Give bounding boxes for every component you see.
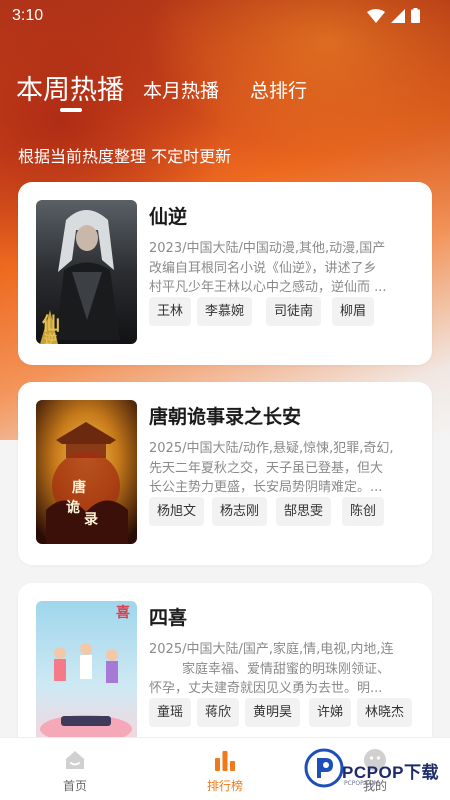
nav-label: 排行榜: [206, 779, 243, 793]
show-meta: 2025/中国大陆/动作,悬疑,惊悚,犯罪,奇幻,: [149, 441, 394, 456]
cast-chip[interactable]: 蒋欣: [197, 698, 240, 727]
cast-chips: 童瑶 蒋欣 黄明昊 许娣 林晓杰: [149, 698, 429, 730]
show-meta: 2025/中国大陆/国产,家庭,情,电视,内地,连: [149, 642, 394, 657]
poster-image[interactable]: 喜: [36, 601, 137, 745]
svg-text:仙: 仙: [42, 313, 60, 335]
poster-image[interactable]: 仙 逆: [36, 200, 137, 344]
show-card[interactable]: 仙 逆 仙逆 2023/中国大陆/中国动漫,其他,动漫,国产 改编自耳根同名小说…: [18, 182, 432, 365]
cast-chip[interactable]: 童瑶: [149, 698, 192, 727]
poster-image[interactable]: 唐 诡 录: [36, 400, 137, 544]
status-bar: 3:10: [0, 0, 450, 32]
show-description: 家庭幸福、爱情甜蜜的明珠刚领证、 怀孕，丈夫建奇就因见义勇为去世。明...: [149, 660, 415, 698]
description-line: 先天二年夏秋之交，天子虽已登基，但大: [149, 461, 384, 476]
cast-chips: 王林 李慕婉 司徒南 柳眉: [149, 297, 429, 329]
status-icons: [367, 8, 420, 23]
svg-text:诡: 诡: [66, 499, 80, 516]
cast-chip[interactable]: 李慕婉: [197, 297, 253, 326]
active-tab-indicator: [60, 108, 82, 112]
cast-chip[interactable]: 黄明昊: [245, 698, 301, 727]
watermark-sub: PCPOP.COM: [344, 780, 379, 787]
svg-text:喜: 喜: [116, 604, 130, 621]
description-line: 家庭幸福、爱情甜蜜的明珠刚领证、: [149, 662, 391, 677]
svg-text:唐: 唐: [72, 479, 86, 496]
cast-chip[interactable]: 司徒南: [266, 297, 322, 326]
cast-chip[interactable]: 林晓杰: [357, 698, 413, 727]
description-line: 长公主势力更盛，长安局势阴晴难定。...: [149, 480, 383, 495]
cast-chips: 杨旭文 杨志刚 郜思雯 陈创: [149, 497, 429, 529]
description-line: 怀孕，丈夫建奇就因见义勇为去世。明...: [149, 681, 383, 696]
battery-icon: [411, 8, 420, 23]
nav-ranking[interactable]: 排行榜: [185, 738, 265, 800]
show-title[interactable]: 唐朝诡事录之长安: [149, 402, 301, 429]
ranking-bar-icon: [213, 748, 237, 772]
tab-this-week[interactable]: 本周热播: [16, 68, 124, 107]
signal-icon: [391, 8, 405, 23]
nav-home[interactable]: 首页: [35, 738, 115, 800]
page-subtitle: 根据当前热度整理 不定时更新: [18, 147, 232, 166]
cast-chip[interactable]: 郜思雯: [276, 497, 332, 526]
cast-chip[interactable]: 陈创: [342, 497, 385, 526]
description-line: 改编自耳根同名小说《仙逆》，讲述了乡: [149, 261, 377, 276]
tab-this-month[interactable]: 本月热播: [143, 76, 219, 103]
cast-chip[interactable]: 许娣: [309, 698, 352, 727]
show-description: 先天二年夏秋之交，天子虽已登基，但大 长公主势力更盛，长安局势阴晴难定。...: [149, 459, 415, 497]
show-meta: 2023/中国大陆/中国动漫,其他,动漫,国产: [149, 241, 386, 256]
watermark: PCPOP下载 PCPOP.COM: [300, 744, 450, 792]
nav-label: 首页: [62, 779, 87, 793]
cast-chip[interactable]: 杨旭文: [149, 497, 205, 526]
cast-chip[interactable]: 王林: [149, 297, 192, 326]
home-icon: [63, 748, 87, 772]
show-title[interactable]: 仙逆: [149, 202, 187, 229]
description-line: 村平凡少年王林以心中之感动，逆仙而 ...: [149, 280, 387, 295]
show-description: 改编自耳根同名小说《仙逆》，讲述了乡 村平凡少年王林以心中之感动，逆仙而 ...: [149, 259, 415, 297]
wifi-icon: [367, 8, 385, 23]
cast-chip[interactable]: 杨志刚: [212, 497, 268, 526]
cast-chip[interactable]: 柳眉: [332, 297, 375, 326]
tab-all-time[interactable]: 总排行: [250, 76, 307, 103]
svg-text:录: 录: [84, 512, 98, 528]
show-title[interactable]: 四喜: [149, 603, 187, 630]
show-card[interactable]: 唐 诡 录 唐朝诡事录之长安 2025/中国大陆/动作,悬疑,惊悚,犯罪,奇幻,…: [18, 382, 432, 565]
svg-text:逆: 逆: [44, 332, 57, 344]
status-time: 3:10: [12, 7, 44, 24]
